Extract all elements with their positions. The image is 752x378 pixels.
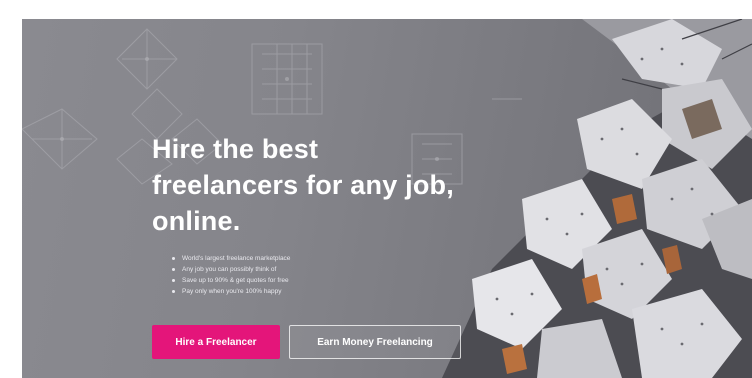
bullet-icon xyxy=(172,268,175,271)
feature-list-item: Any job you can possibly think of xyxy=(152,264,512,275)
hero-banner: Hire the best freelancers for any job, o… xyxy=(22,19,752,378)
feature-text: Save up to 90% & get quotes for free xyxy=(182,277,289,284)
hero-headline-line-2: freelancers for any job, xyxy=(152,170,454,200)
feature-list: World's largest freelance marketplace An… xyxy=(152,253,512,297)
hero-headline-line-1: Hire the best xyxy=(152,134,319,164)
feature-text: Any job you can possibly think of xyxy=(182,266,277,273)
earn-money-button[interactable]: Earn Money Freelancing xyxy=(289,325,461,359)
feature-list-item: Pay only when you're 100% happy xyxy=(152,286,512,297)
hire-freelancer-button[interactable]: Hire a Freelancer xyxy=(152,325,280,359)
feature-list-item: Save up to 90% & get quotes for free xyxy=(152,275,512,286)
feature-list-item: World's largest freelance marketplace xyxy=(152,253,512,264)
page: Hire the best freelancers for any job, o… xyxy=(0,0,752,378)
hero-headline-line-3: online. xyxy=(152,206,241,236)
bullet-icon xyxy=(172,290,175,293)
hero-headline: Hire the best freelancers for any job, o… xyxy=(152,131,512,239)
hero-actions: Hire a Freelancer Earn Money Freelancing xyxy=(152,325,461,359)
feature-text: Pay only when you're 100% happy xyxy=(182,288,282,295)
hero-content: Hire the best freelancers for any job, o… xyxy=(152,131,512,297)
bullet-icon xyxy=(172,279,175,282)
feature-text: World's largest freelance marketplace xyxy=(182,255,291,262)
bullet-icon xyxy=(172,257,175,260)
